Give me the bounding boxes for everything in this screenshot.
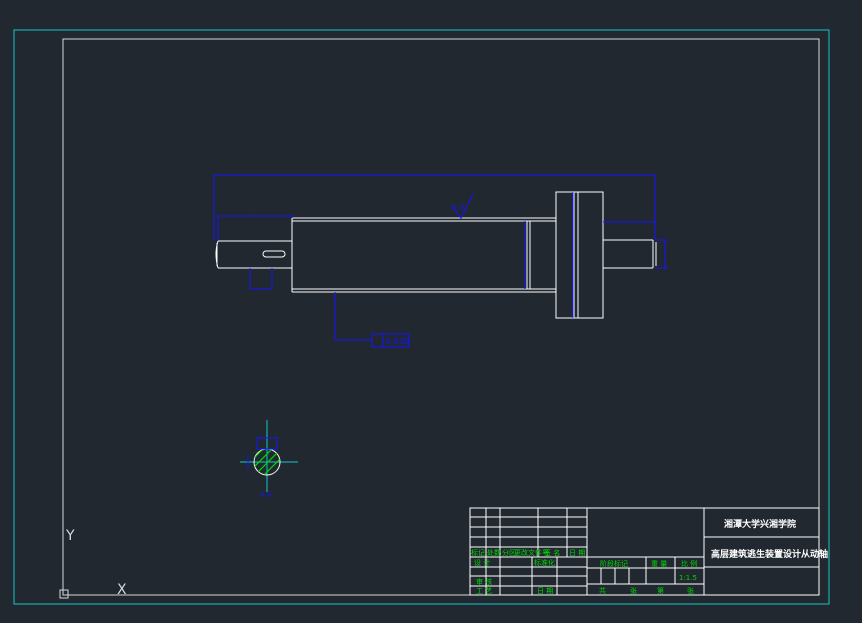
tb-drawing-title: 高层建筑逃生装置设计从动轴 bbox=[711, 548, 828, 560]
tb-scale-value: 1:1.5 bbox=[679, 574, 697, 582]
outer-frame bbox=[13, 29, 830, 605]
title-block[interactable]: 标记 处数 分区 更改文件号 签 名 日 期 设 计 标准化 审 核 工 艺 日… bbox=[469, 507, 828, 596]
section-label: A-A bbox=[260, 491, 272, 499]
dimension-lines bbox=[213, 174, 668, 348]
tb-school-name: 湘潭大学兴湘学院 bbox=[724, 518, 796, 530]
tb-ratio-label: 比 例 bbox=[681, 559, 697, 568]
shaft-main-body bbox=[291, 217, 556, 293]
tb-col-label-0: 标记 bbox=[471, 548, 485, 557]
keyway-slot bbox=[262, 250, 286, 258]
ucs-y-label: Y bbox=[65, 528, 75, 544]
tolerance-label: 0.030 bbox=[386, 337, 409, 346]
tb-design-label: 设 计 bbox=[474, 558, 490, 567]
svg-text:6.3: 6.3 bbox=[451, 203, 464, 212]
ucs-origin-box bbox=[59, 589, 69, 599]
tb-page-label: 第 bbox=[657, 586, 664, 595]
shaft-left-journal bbox=[215, 240, 292, 269]
tb-stage-label: 阶段标记 bbox=[600, 559, 628, 568]
section-keyway bbox=[247, 437, 278, 469]
shaft-collar bbox=[555, 191, 604, 319]
tb-total-label: 共 bbox=[599, 586, 606, 595]
tb-col-label-1: 处数 bbox=[487, 548, 501, 557]
shaft-right-journal bbox=[603, 239, 657, 269]
dim-right-length: · bbox=[626, 215, 628, 222]
shaft-main-view[interactable]: · · · 6.3 0.030 bbox=[213, 168, 668, 348]
roughness-symbol: 6.3 bbox=[451, 193, 474, 219]
inner-frame bbox=[62, 38, 820, 596]
cad-drawing-canvas[interactable]: · · · 6.3 0.030 A-A Y X 标记 处数 分区 更改文件号 签… bbox=[0, 0, 862, 623]
tb-process-label: 工 艺 bbox=[476, 587, 492, 595]
dim-left-length: · bbox=[252, 209, 254, 216]
ucs-icon: Y X bbox=[59, 528, 127, 599]
dim-overall-length: · bbox=[432, 168, 434, 175]
tb-review-label: 审 核 bbox=[476, 577, 492, 586]
tb-col-label-4: 签 名 bbox=[544, 548, 560, 557]
tb-sheet-unit-2: 张 bbox=[687, 586, 694, 595]
ucs-x-label: X bbox=[117, 582, 127, 598]
section-view-a-a[interactable]: A-A bbox=[235, 420, 300, 499]
tb-standardize-label: 标准化 bbox=[534, 558, 555, 567]
tb-weight-label: 重 量 bbox=[651, 560, 667, 568]
tb-date-label: 日 期 bbox=[537, 587, 553, 595]
tb-col-label-5: 日 期 bbox=[569, 549, 585, 557]
tb-sheet-unit-1: 张 bbox=[630, 586, 637, 595]
